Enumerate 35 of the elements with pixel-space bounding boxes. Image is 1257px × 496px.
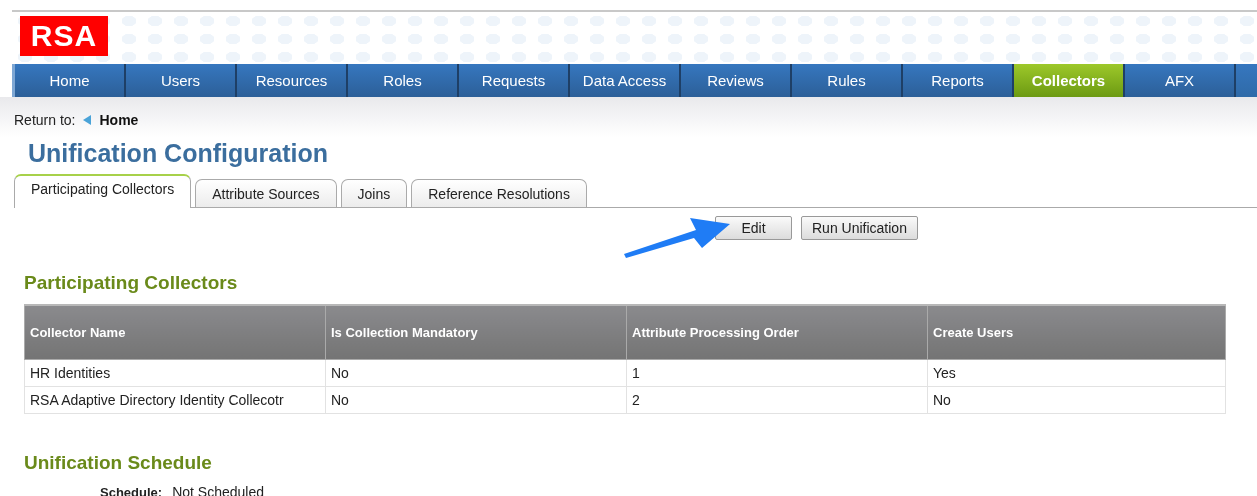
back-arrow-icon xyxy=(83,115,92,125)
home-link[interactable]: Home xyxy=(99,112,139,128)
table-cell: 2 xyxy=(626,386,928,414)
nav-tab[interactable]: Requests xyxy=(459,64,570,97)
table-cell: No xyxy=(927,386,1226,414)
nav-tab[interactable]: Home xyxy=(15,64,126,97)
edit-button[interactable]: Edit xyxy=(715,216,792,240)
tab[interactable]: Reference Resolutions xyxy=(411,179,587,207)
column-header: Create Users xyxy=(927,305,1226,360)
column-header: Attribute Processing Order xyxy=(626,305,928,360)
breadcrumb-label: Return to: xyxy=(14,112,76,128)
tab[interactable]: Joins xyxy=(340,179,408,207)
tab[interactable]: Participating Collectors xyxy=(14,174,192,208)
table-cell: HR Identities xyxy=(24,359,326,387)
nav-tab[interactable]: Reviews xyxy=(681,64,792,97)
nav-tab[interactable]: Resources xyxy=(237,64,348,97)
table-cell: 1 xyxy=(626,359,928,387)
table-cell: RSA Adaptive Directory Identity Collecotr xyxy=(24,386,326,414)
section-heading: Unification Schedule xyxy=(24,451,213,475)
table-cell: No xyxy=(325,359,627,387)
page-title: Unification Configuration xyxy=(28,138,329,169)
table-cell: Yes xyxy=(927,359,1226,387)
rsa-logo: RSA xyxy=(20,16,108,56)
nav-tab[interactable]: Data Access xyxy=(570,64,681,97)
nav-tab[interactable]: AFX xyxy=(1125,64,1236,97)
nav-tab[interactable]: Roles xyxy=(348,64,459,97)
tab[interactable]: Attribute Sources xyxy=(195,179,337,207)
nav-tab[interactable]: Reports xyxy=(903,64,1014,97)
section-heading: Participating Collectors xyxy=(24,271,239,295)
column-header: Is Collection Mandatory xyxy=(325,305,627,360)
table-cell: No xyxy=(325,386,627,414)
nav-tab[interactable]: Rules xyxy=(792,64,903,97)
run-button[interactable]: Run Unification xyxy=(801,216,918,240)
nav-tab[interactable]: Users xyxy=(126,64,237,97)
column-header: Collector Name xyxy=(24,305,326,360)
